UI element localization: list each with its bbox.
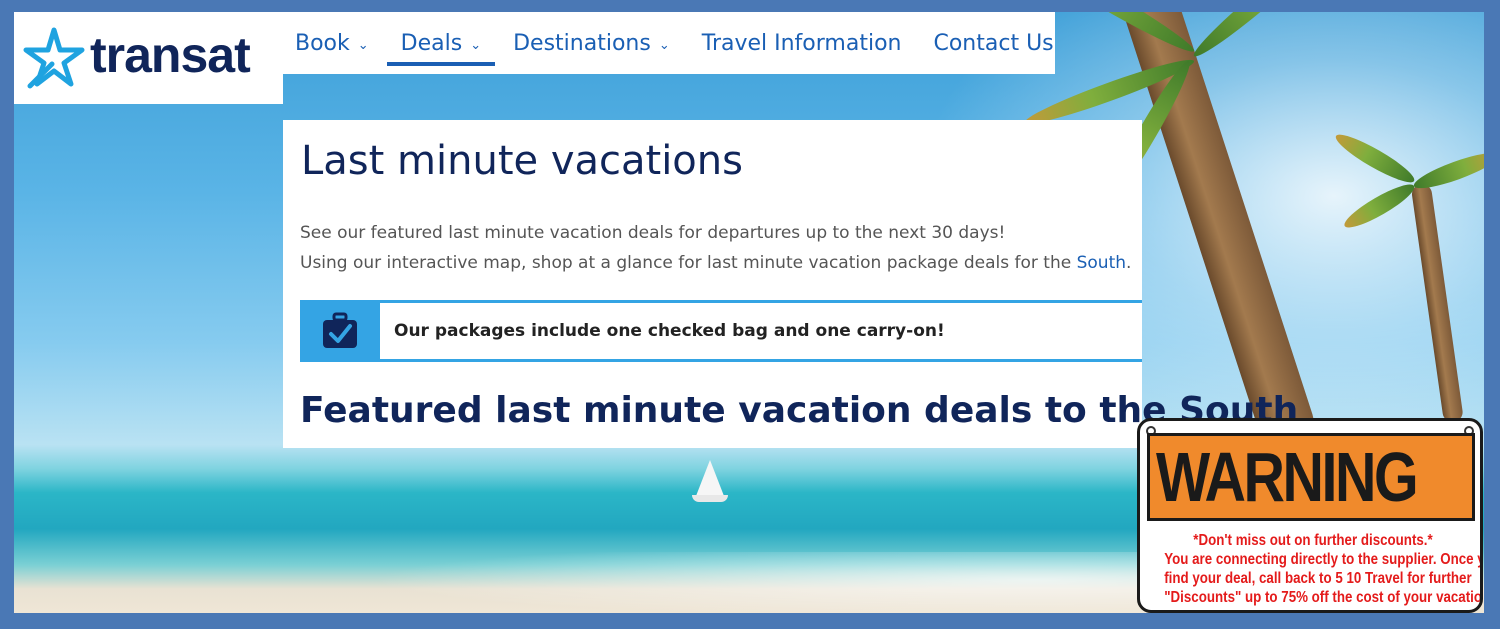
- nav-destinations-label: Destinations: [513, 30, 651, 56]
- nav-contact-us[interactable]: Contact Us: [933, 12, 1053, 74]
- warning-message: *Don't miss out on further discounts.* Y…: [1140, 531, 1483, 607]
- warning-line: *Don't miss out on further discounts.*: [1193, 532, 1433, 549]
- intro-line-2-prefix: Using our interactive map, shop at a gla…: [300, 253, 1077, 273]
- nav-book[interactable]: Book ⌄: [295, 12, 369, 74]
- warning-line: "Discounts" up to 75% off the cost of yo…: [1164, 589, 1483, 606]
- intro-line-1: See our featured last minute vacation de…: [300, 223, 1006, 243]
- warning-band: WARNING: [1147, 433, 1475, 521]
- logo-wordmark: transat: [90, 27, 251, 83]
- chevron-down-icon: ⌄: [658, 37, 670, 53]
- warning-sign: WARNING *Don't miss out on further disco…: [1137, 418, 1483, 613]
- warning-line: You are connecting directly to the suppl…: [1164, 551, 1483, 568]
- star-logo-icon: [23, 27, 85, 89]
- nav-travel-information[interactable]: Travel Information: [702, 12, 902, 74]
- promo-text: Our packages include one checked bag and…: [394, 321, 945, 341]
- chevron-down-icon: ⌄: [470, 37, 482, 53]
- intro-line-2: Using our interactive map, shop at a gla…: [300, 248, 1140, 278]
- nav-destinations[interactable]: Destinations ⌄: [513, 12, 670, 74]
- south-link[interactable]: South: [1077, 253, 1126, 273]
- intro-text: See our featured last minute vacation de…: [300, 218, 1140, 278]
- sailboat-sail: [696, 460, 724, 496]
- transat-logo[interactable]: transat: [14, 12, 283, 104]
- warning-heading: WARNING: [1156, 438, 1419, 516]
- nav-deals[interactable]: Deals ⌄: [386, 12, 496, 74]
- main-nav: Book ⌄ Deals ⌄ Destinations ⌄ Travel Inf…: [283, 12, 1055, 74]
- nav-contact-us-label: Contact Us: [933, 30, 1054, 56]
- content-card: Last minute vacations See our featured l…: [283, 120, 1298, 448]
- nav-book-label: Book: [295, 30, 350, 56]
- page-title: Last minute vacations: [301, 138, 743, 184]
- nav-deals-label: Deals: [400, 30, 463, 56]
- sailboat-hull: [692, 495, 728, 502]
- luggage-check-icon: [300, 300, 380, 362]
- chevron-down-icon: ⌄: [357, 37, 369, 53]
- intro-line-2-suffix: .: [1126, 253, 1132, 273]
- warning-line: find your deal, call back to 5 10 Travel…: [1164, 570, 1472, 587]
- baggage-promo-banner: Our packages include one checked bag and…: [300, 300, 1142, 362]
- nav-travel-information-label: Travel Information: [701, 30, 902, 56]
